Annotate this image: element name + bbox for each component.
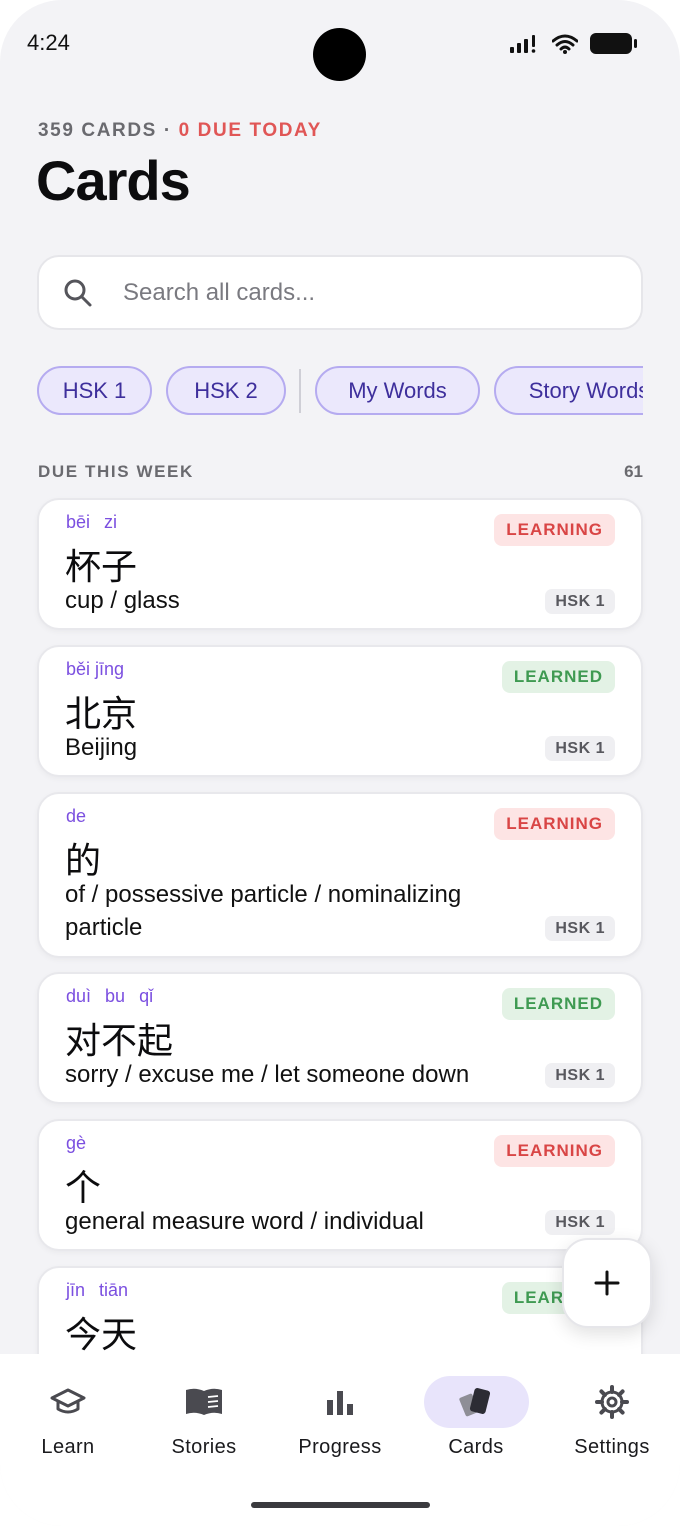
pinyin-syllable: zi: [104, 512, 118, 532]
status-badge: LEARNING: [494, 808, 615, 840]
pinyin: bēi zi: [66, 512, 117, 533]
level-badge: HSK 1: [545, 916, 615, 941]
wifi-icon: [552, 34, 578, 54]
status-badge: LEARNING: [494, 1135, 615, 1167]
card-item[interactable]: duì bu qǐ 对不起 sorry / excuse me / let so…: [37, 972, 643, 1104]
pinyin-syllable: běi jīng: [66, 659, 125, 679]
status-icons: [510, 33, 637, 54]
chip-hsk-1[interactable]: HSK 1: [37, 366, 152, 415]
home-indicator: [251, 1502, 430, 1508]
book-icon: [186, 1388, 222, 1415]
pinyin: jīn tiān: [66, 1280, 128, 1301]
level-badge: HSK 1: [545, 1063, 615, 1088]
gear-icon: [595, 1385, 629, 1419]
filter-chips: HSK 1 HSK 2 My Words Story Words: [37, 366, 643, 416]
card-item[interactable]: de 的 of / possessive particle / nominali…: [37, 792, 643, 958]
bar-chart-icon: [327, 1391, 353, 1415]
hanzi: 的: [65, 841, 102, 882]
pinyin-syllable: bu: [105, 986, 126, 1006]
meaning: sorry / excuse me / let someone down: [65, 1061, 470, 1088]
pinyin: běi jīng: [66, 659, 124, 680]
pinyin: gè: [66, 1133, 86, 1154]
camera-cutout: [313, 28, 366, 81]
meaning: of / possessive particle / nominalizing …: [65, 881, 462, 941]
pinyin-syllable: qǐ: [139, 986, 154, 1006]
pinyin-syllable: tiān: [99, 1280, 129, 1300]
page-title: Cards: [36, 149, 191, 212]
card-item[interactable]: běi jīng 北京 Beijing LEARNED HSK 1: [37, 645, 643, 777]
status-badge: LEARNING: [494, 514, 615, 546]
battery-icon: [590, 33, 637, 54]
hanzi: 北京: [65, 694, 138, 735]
section-count: 61: [624, 462, 643, 481]
tab-label: Stories: [171, 1436, 237, 1458]
chip-hsk-2[interactable]: HSK 2: [166, 366, 286, 415]
add-card-button[interactable]: [562, 1238, 652, 1328]
meaning: cup / glass: [65, 587, 180, 614]
search-icon: [64, 279, 92, 306]
hanzi: 对不起: [65, 1021, 174, 1062]
status-badge: LEARNED: [501, 661, 615, 693]
tab-stories[interactable]: Stories: [136, 1354, 272, 1474]
card-item[interactable]: gè 个 general measure word / individual L…: [37, 1119, 643, 1251]
summary-separator: ·: [156, 120, 179, 141]
plus-icon: [594, 1270, 620, 1296]
section-title: DUE THIS WEEK: [38, 462, 194, 481]
tab-label: Settings: [574, 1436, 650, 1458]
meaning: Beijing: [65, 734, 138, 761]
card-count: 359 CARDS: [38, 120, 157, 141]
phone-screen: 4:24 359 CARDS · 0 DUE TODAY Cards HS: [0, 0, 680, 1526]
tab-label: Progress: [298, 1436, 382, 1458]
pinyin-syllable: duì: [66, 986, 92, 1006]
tab-label: Cards: [448, 1436, 504, 1458]
pinyin: duì bu qǐ: [66, 986, 153, 1007]
due-today: 0 DUE TODAY: [178, 120, 322, 141]
tab-bar: Learn Stories Progress Cards Settings: [0, 1354, 680, 1526]
hanzi: 个: [65, 1168, 102, 1209]
level-badge: HSK 1: [545, 589, 615, 614]
pinyin: de: [66, 806, 86, 827]
hanzi: 今天: [65, 1315, 138, 1356]
card-item[interactable]: bēi zi 杯子 cup / glass LEARNING HSK 1: [37, 498, 643, 630]
level-badge: HSK 1: [545, 1210, 615, 1235]
status-badge: LEARNED: [501, 988, 615, 1020]
chip-story-words[interactable]: Story Words: [494, 366, 643, 415]
chip-divider: [299, 369, 301, 413]
search-bar[interactable]: [37, 255, 643, 330]
status-time: 4:24: [27, 30, 70, 55]
pinyin-syllable: gè: [66, 1133, 87, 1153]
pinyin-syllable: jīn: [66, 1280, 86, 1300]
graduation-cap-icon: [50, 1388, 86, 1414]
card-summary: 359 CARDS · 0 DUE TODAY: [38, 120, 322, 142]
tab-progress[interactable]: Progress: [272, 1354, 408, 1474]
tab-label: Learn: [41, 1436, 95, 1458]
pinyin-syllable: bēi: [66, 512, 91, 532]
meaning: general measure word / individual: [65, 1208, 424, 1235]
hanzi: 杯子: [65, 547, 138, 588]
tab-cards[interactable]: Cards: [408, 1354, 544, 1474]
pinyin-syllable: de: [66, 806, 87, 826]
cards-icon: [459, 1388, 491, 1417]
tab-settings[interactable]: Settings: [544, 1354, 680, 1474]
search-input[interactable]: [123, 278, 563, 307]
chip-my-words[interactable]: My Words: [315, 366, 480, 415]
tab-learn[interactable]: Learn: [0, 1354, 136, 1474]
signal-icon: [510, 34, 536, 53]
level-badge: HSK 1: [545, 736, 615, 761]
